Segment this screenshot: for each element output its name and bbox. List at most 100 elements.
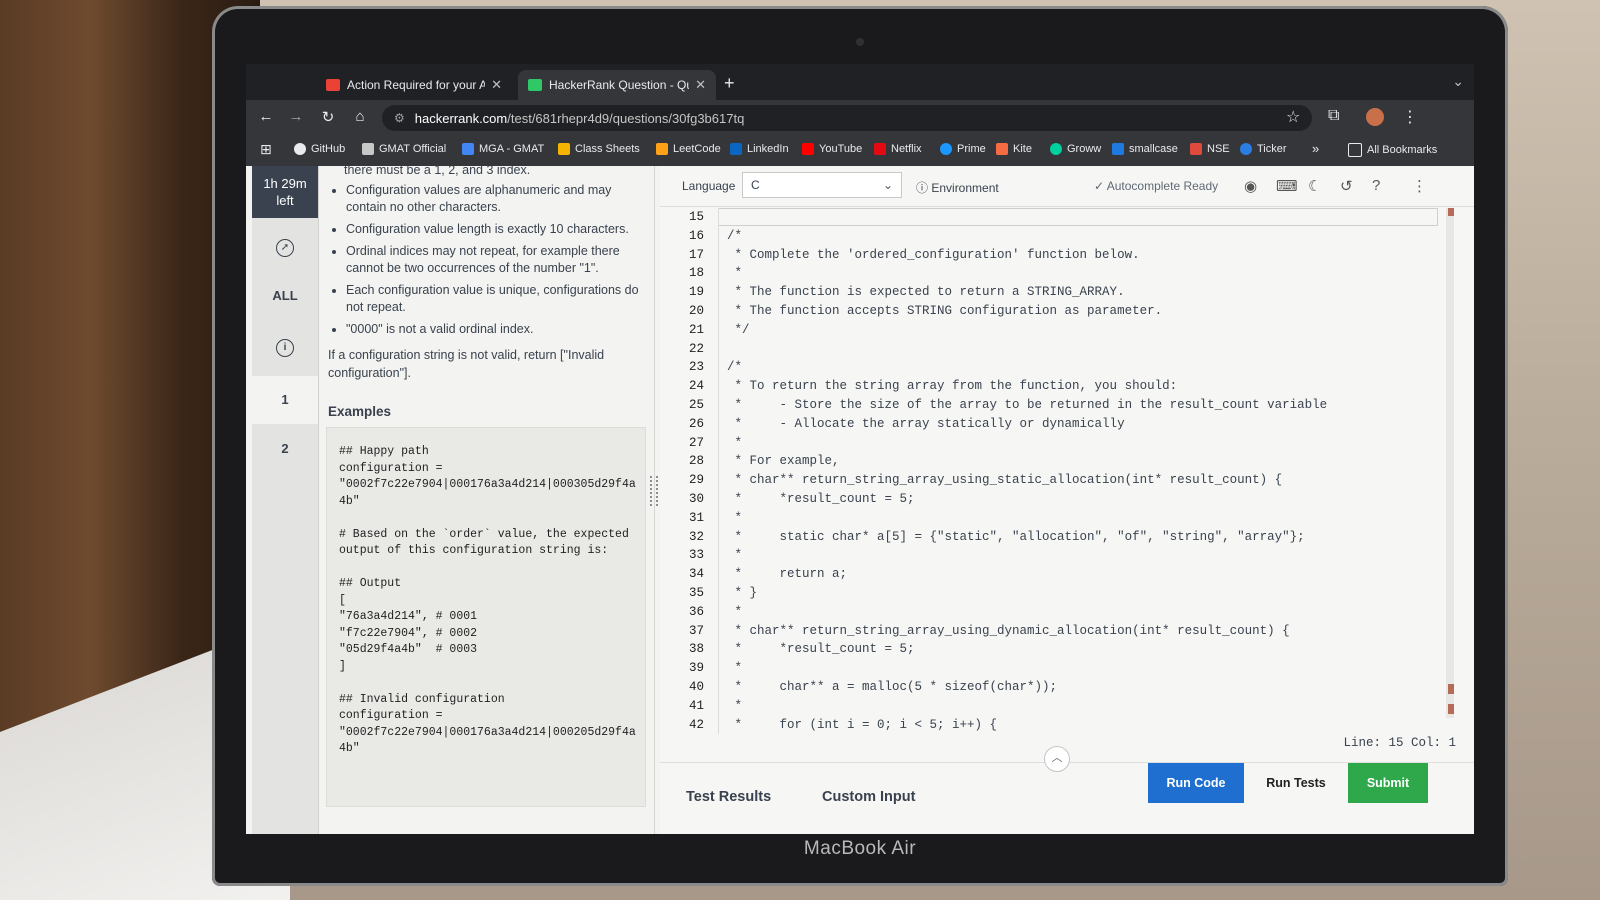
extensions-icon[interactable]: ⧉ (1328, 107, 1339, 125)
tab-hackerrank[interactable]: HackerRank Question - Quest ✕ (518, 70, 716, 100)
device-label: MacBook Air (803, 838, 917, 859)
question-nav: 1h 29m left ➚ ALL i 1 2 (252, 166, 319, 834)
url-host: hackerrank.com (414, 110, 508, 126)
address-bar[interactable]: ⚙ hackerrank.com/test/681rhepr4d9/questi… (382, 105, 1312, 131)
all-bookmarks[interactable]: All Bookmarks (1348, 143, 1437, 157)
code-line: 24 * To return the string array from the… (660, 377, 1440, 396)
compass-icon[interactable]: ➚ (252, 238, 318, 257)
bookmark-github[interactable]: GitHub (294, 143, 345, 155)
run-code-button[interactable]: Run Code (1148, 763, 1244, 803)
menu-icon[interactable]: ⋮ (1402, 107, 1418, 127)
code-line: 36 * (660, 602, 1440, 622)
scroll-marker (1448, 208, 1454, 216)
invalid-note: If a configuration string is not valid, … (328, 348, 605, 380)
history-icon[interactable]: ↺ (1340, 177, 1353, 195)
info-icon[interactable]: i (252, 338, 318, 357)
list-item: Each configuration value is unique, conf… (346, 282, 646, 316)
tab-gmail[interactable]: Action Required for your Am ✕ (316, 70, 512, 100)
bookmark-nse[interactable]: NSE (1190, 143, 1230, 155)
keyboard-icon[interactable]: ⌨ (1276, 177, 1298, 195)
code-line: 17 * Complete the 'ordered_configuration… (660, 245, 1440, 265)
close-icon[interactable]: ✕ (491, 77, 502, 93)
bookmark-smallcase[interactable]: smallcase (1112, 143, 1178, 155)
more-icon[interactable]: ⋮ (1412, 177, 1427, 195)
console-bar: Test Results Custom Input Run Code Run T… (660, 762, 1474, 834)
code-line: 37 * char** return_string_array_using_dy… (660, 621, 1440, 641)
code-line: 18 * (660, 264, 1440, 284)
code-line: 19 * The function is expected to return … (660, 283, 1440, 302)
submit-button[interactable]: Submit (1348, 763, 1428, 803)
hackerrank-page: 1h 29m left ➚ ALL i 1 2 there must be a … (246, 166, 1474, 834)
chevron-down-icon: ⌄ (882, 178, 893, 192)
camera (856, 38, 864, 46)
code-line: 15 (660, 208, 1440, 227)
code-line: 16/* (660, 226, 1440, 246)
tab-custom-input[interactable]: Custom Input (822, 789, 915, 805)
bookmark-linkedin[interactable]: LinkedIn (730, 143, 789, 155)
environment-link[interactable]: ⓘ Environment (916, 179, 999, 196)
close-icon[interactable]: ✕ (695, 77, 706, 93)
bookmark-kite[interactable]: Kite (996, 143, 1032, 155)
tab-test-results[interactable]: Test Results (686, 789, 771, 805)
bookmark-netflix[interactable]: Netflix (874, 143, 922, 155)
bookmark-ticker[interactable]: Ticker (1240, 143, 1287, 155)
problem-statement: there must be a 1, 2, and 3 index. Confi… (326, 166, 646, 834)
bookmark-leetcode[interactable]: LeetCode (656, 143, 721, 155)
scroll-marker (1448, 684, 1454, 694)
bookmark-youtube[interactable]: YouTube (802, 143, 862, 155)
language-label: Language (682, 179, 736, 193)
forward-icon[interactable]: → (286, 108, 306, 125)
code-line: 40 * char** a = malloc(5 * sizeof(char*)… (660, 677, 1440, 697)
resize-handle[interactable] (650, 476, 658, 506)
code-line: 26 * - Allocate the array statically or … (660, 414, 1440, 434)
code-line: 38 * *result_count = 5; (660, 640, 1440, 660)
reload-icon[interactable]: ↻ (318, 108, 338, 126)
rules-list: Configuration values are alphanumeric an… (326, 182, 646, 338)
autocomplete-status[interactable]: ✓ Autocomplete Ready (1094, 179, 1218, 193)
code-line: 33 * (660, 546, 1440, 566)
list-item: "0000" is not a valid ordinal index. (346, 321, 646, 338)
code-line: 27 * (660, 433, 1440, 453)
help-icon[interactable]: ? (1372, 177, 1380, 194)
code-line: 22 (660, 339, 1440, 359)
code-line: 35 * } (660, 583, 1440, 603)
partial-line: there must be a 1, 2, and 3 index. (344, 166, 531, 177)
hackerrank-icon (528, 79, 542, 91)
laptop: Action Required for your Am ✕ HackerRank… (212, 6, 1508, 886)
timer: 1h 29m left (252, 166, 318, 218)
profile-avatar[interactable] (1366, 108, 1384, 126)
chevron-up-icon[interactable]: ︿ (1044, 746, 1070, 772)
code-line: 31 * (660, 508, 1440, 528)
gmail-icon (326, 79, 340, 91)
moon-icon[interactable]: ☾ (1308, 177, 1321, 195)
screen: Action Required for your Am ✕ HackerRank… (246, 64, 1474, 834)
bookmark-mga-gmat[interactable]: MGA - GMAT (462, 143, 544, 155)
site-info-icon[interactable]: ⚙ (394, 111, 405, 125)
code-line: 41 * (660, 696, 1440, 716)
editor-scrollbar[interactable] (1446, 208, 1454, 718)
code-line: 28 * For example, (660, 452, 1440, 472)
code-line: 32 * static char* a[5] = {"static", "all… (660, 527, 1440, 547)
home-icon[interactable]: ⌂ (350, 108, 370, 125)
cursor-position: Line: 15 Col: 1 (1343, 736, 1456, 750)
bookmark-gmat-official[interactable]: GMAT Official (362, 143, 446, 155)
nav-all[interactable]: ALL (252, 288, 318, 303)
back-icon[interactable]: ← (256, 108, 276, 125)
bookmark-prime[interactable]: Prime (940, 143, 986, 155)
code-editor[interactable]: 15 16/* 17 * Complete the 'ordered_confi… (660, 208, 1440, 735)
apps-icon[interactable]: ⊞ (260, 141, 272, 158)
scroll-marker (1448, 704, 1454, 714)
language-select[interactable]: C ⌄ (742, 172, 902, 198)
bookmark-star-icon[interactable]: ☆ (1286, 107, 1300, 127)
list-item: Ordinal indices may not repeat, for exam… (346, 243, 646, 277)
new-tab-icon[interactable]: + (724, 73, 735, 94)
nav-question-2[interactable]: 2 (252, 441, 318, 456)
bookmark-groww[interactable]: Groww (1050, 143, 1101, 155)
run-tests-button[interactable]: Run Tests (1248, 763, 1344, 803)
eye-icon[interactable]: ◉ (1244, 177, 1257, 195)
code-line: 25 * - Store the size of the array to be… (660, 395, 1440, 415)
more-bookmarks-icon[interactable]: » (1312, 141, 1319, 156)
tab-search-icon[interactable]: ⌄ (1452, 73, 1464, 90)
bookmark-class-sheets[interactable]: Class Sheets (558, 143, 640, 155)
nav-question-1[interactable]: 1 (252, 376, 318, 424)
